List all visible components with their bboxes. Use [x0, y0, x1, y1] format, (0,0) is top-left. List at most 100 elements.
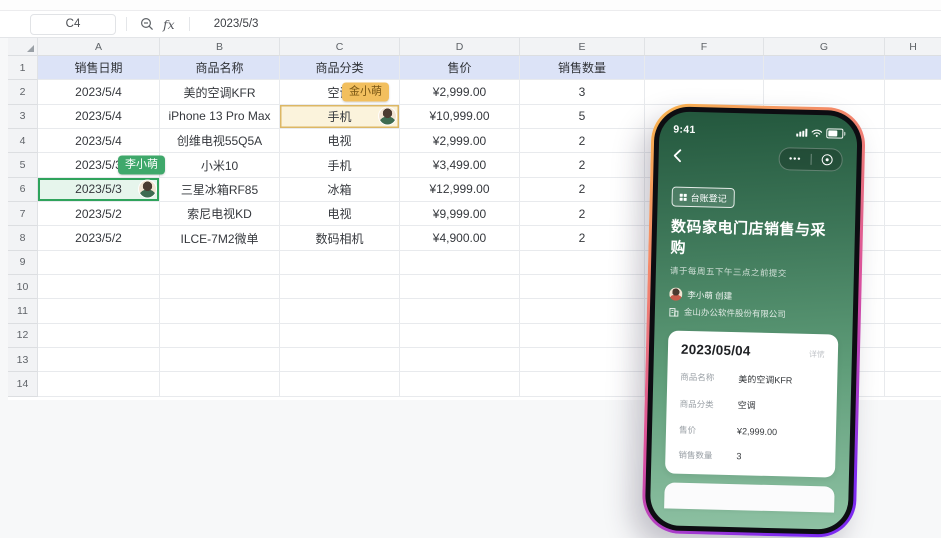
cell-C10[interactable]	[280, 275, 400, 299]
select-all-corner[interactable]	[8, 38, 38, 56]
cell-H11[interactable]	[885, 299, 941, 323]
cell-C3[interactable]: 手机	[280, 105, 400, 129]
column-header-A[interactable]: A	[38, 38, 160, 56]
cell-D4[interactable]: ¥2,999.00	[400, 129, 520, 153]
cell-A1[interactable]: 销售日期	[38, 56, 160, 80]
cell-B7[interactable]: 索尼电视KD	[160, 202, 280, 226]
row-header-13[interactable]: 13	[8, 348, 38, 372]
cell-A3[interactable]: 2023/5/4	[38, 105, 160, 129]
row-header-12[interactable]: 12	[8, 324, 38, 348]
cell-A7[interactable]: 2023/5/2	[38, 202, 160, 226]
cell-H9[interactable]	[885, 251, 941, 275]
row-header-10[interactable]: 10	[8, 275, 38, 299]
cell-E2[interactable]: 3	[520, 80, 645, 104]
cell-H7[interactable]	[885, 202, 941, 226]
row-header-3[interactable]: 3	[8, 105, 38, 129]
cell-D3[interactable]: ¥10,999.00	[400, 105, 520, 129]
more-options-icon[interactable]: •••	[789, 154, 802, 163]
column-header-E[interactable]: E	[520, 38, 645, 56]
cell-B3[interactable]: iPhone 13 Pro Max	[160, 105, 280, 129]
cell-E11[interactable]	[520, 299, 645, 323]
row-header-8[interactable]: 8	[8, 226, 38, 250]
cell-C9[interactable]	[280, 251, 400, 275]
row-header-7[interactable]: 7	[8, 202, 38, 226]
cell-C11[interactable]	[280, 299, 400, 323]
cell-B11[interactable]	[160, 299, 280, 323]
close-circle-icon[interactable]	[821, 154, 832, 165]
cell-A14[interactable]	[38, 372, 160, 396]
cell-H6[interactable]	[885, 178, 941, 202]
cell-D8[interactable]: ¥4,900.00	[400, 226, 520, 250]
column-header-C[interactable]: C	[280, 38, 400, 56]
cell-C1[interactable]: 商品分类	[280, 56, 400, 80]
cell-E5[interactable]: 2	[520, 153, 645, 177]
record-card[interactable]: 2023/05/04 详情 商品名称 美的空调KFR 商品分类 空调 售价 ¥2…	[665, 330, 838, 477]
cell-C8[interactable]: 数码相机	[280, 226, 400, 250]
cell-H3[interactable]	[885, 105, 941, 129]
cell-C13[interactable]	[280, 348, 400, 372]
cell-F2[interactable]	[645, 80, 764, 104]
row-header-6[interactable]: 6	[8, 178, 38, 202]
cell-H14[interactable]	[885, 372, 941, 396]
cell-B4[interactable]: 创维电视55Q5A	[160, 129, 280, 153]
cell-A5[interactable]: 2023/5/3李小萌	[38, 153, 160, 177]
cell-E6[interactable]: 2	[520, 178, 645, 202]
cell-C14[interactable]	[280, 372, 400, 396]
cell-B10[interactable]	[160, 275, 280, 299]
formula-input[interactable]: 2023/5/3	[214, 18, 259, 30]
cell-D5[interactable]: ¥3,499.00	[400, 153, 520, 177]
cell-E10[interactable]	[520, 275, 645, 299]
cell-A8[interactable]: 2023/5/2	[38, 226, 160, 250]
cell-D12[interactable]	[400, 324, 520, 348]
cell-A11[interactable]	[38, 299, 160, 323]
cell-B2[interactable]: 美的空调KFR	[160, 80, 280, 104]
cell-D14[interactable]	[400, 372, 520, 396]
column-header-H[interactable]: H	[885, 38, 941, 56]
back-chevron-icon[interactable]	[673, 149, 682, 163]
cell-A12[interactable]	[38, 324, 160, 348]
cell-name-box[interactable]: C4	[30, 14, 116, 35]
cell-H5[interactable]	[885, 153, 941, 177]
cell-H12[interactable]	[885, 324, 941, 348]
cell-E12[interactable]	[520, 324, 645, 348]
cell-H10[interactable]	[885, 275, 941, 299]
cell-D7[interactable]: ¥9,999.00	[400, 202, 520, 226]
cell-H13[interactable]	[885, 348, 941, 372]
cell-C7[interactable]: 电视	[280, 202, 400, 226]
cell-E14[interactable]	[520, 372, 645, 396]
cell-B13[interactable]	[160, 348, 280, 372]
share-icon[interactable]	[819, 347, 836, 362]
cell-E7[interactable]: 2	[520, 202, 645, 226]
cell-B6[interactable]: 三星冰箱RF85	[160, 178, 280, 202]
row-header-5[interactable]: 5	[8, 153, 38, 177]
cell-B12[interactable]	[160, 324, 280, 348]
row-header-14[interactable]: 14	[8, 372, 38, 396]
cell-H2[interactable]	[885, 80, 941, 104]
cell-E4[interactable]: 2	[520, 129, 645, 153]
row-header-11[interactable]: 11	[8, 299, 38, 323]
cell-E8[interactable]: 2	[520, 226, 645, 250]
cell-A9[interactable]	[38, 251, 160, 275]
cell-C4[interactable]: 电视	[280, 129, 400, 153]
next-record-card[interactable]	[664, 482, 835, 512]
column-header-D[interactable]: D	[400, 38, 520, 56]
cell-B5[interactable]: 小米10	[160, 153, 280, 177]
cell-F1[interactable]	[645, 56, 764, 80]
cell-B9[interactable]	[160, 251, 280, 275]
cell-C6[interactable]: 冰箱	[280, 178, 400, 202]
row-header-9[interactable]: 9	[8, 251, 38, 275]
cell-D2[interactable]: ¥2,999.00	[400, 80, 520, 104]
cell-B14[interactable]	[160, 372, 280, 396]
cell-C12[interactable]	[280, 324, 400, 348]
cell-E9[interactable]	[520, 251, 645, 275]
column-header-B[interactable]: B	[160, 38, 280, 56]
cell-D13[interactable]	[400, 348, 520, 372]
cell-A10[interactable]	[38, 275, 160, 299]
column-header-G[interactable]: G	[764, 38, 885, 56]
cell-A2[interactable]: 2023/5/4	[38, 80, 160, 104]
fx-icon[interactable]: fx	[163, 17, 175, 32]
cell-H4[interactable]	[885, 129, 941, 153]
cell-D6[interactable]: ¥12,999.00	[400, 178, 520, 202]
cell-H1[interactable]	[885, 56, 941, 80]
cell-H8[interactable]	[885, 226, 941, 250]
